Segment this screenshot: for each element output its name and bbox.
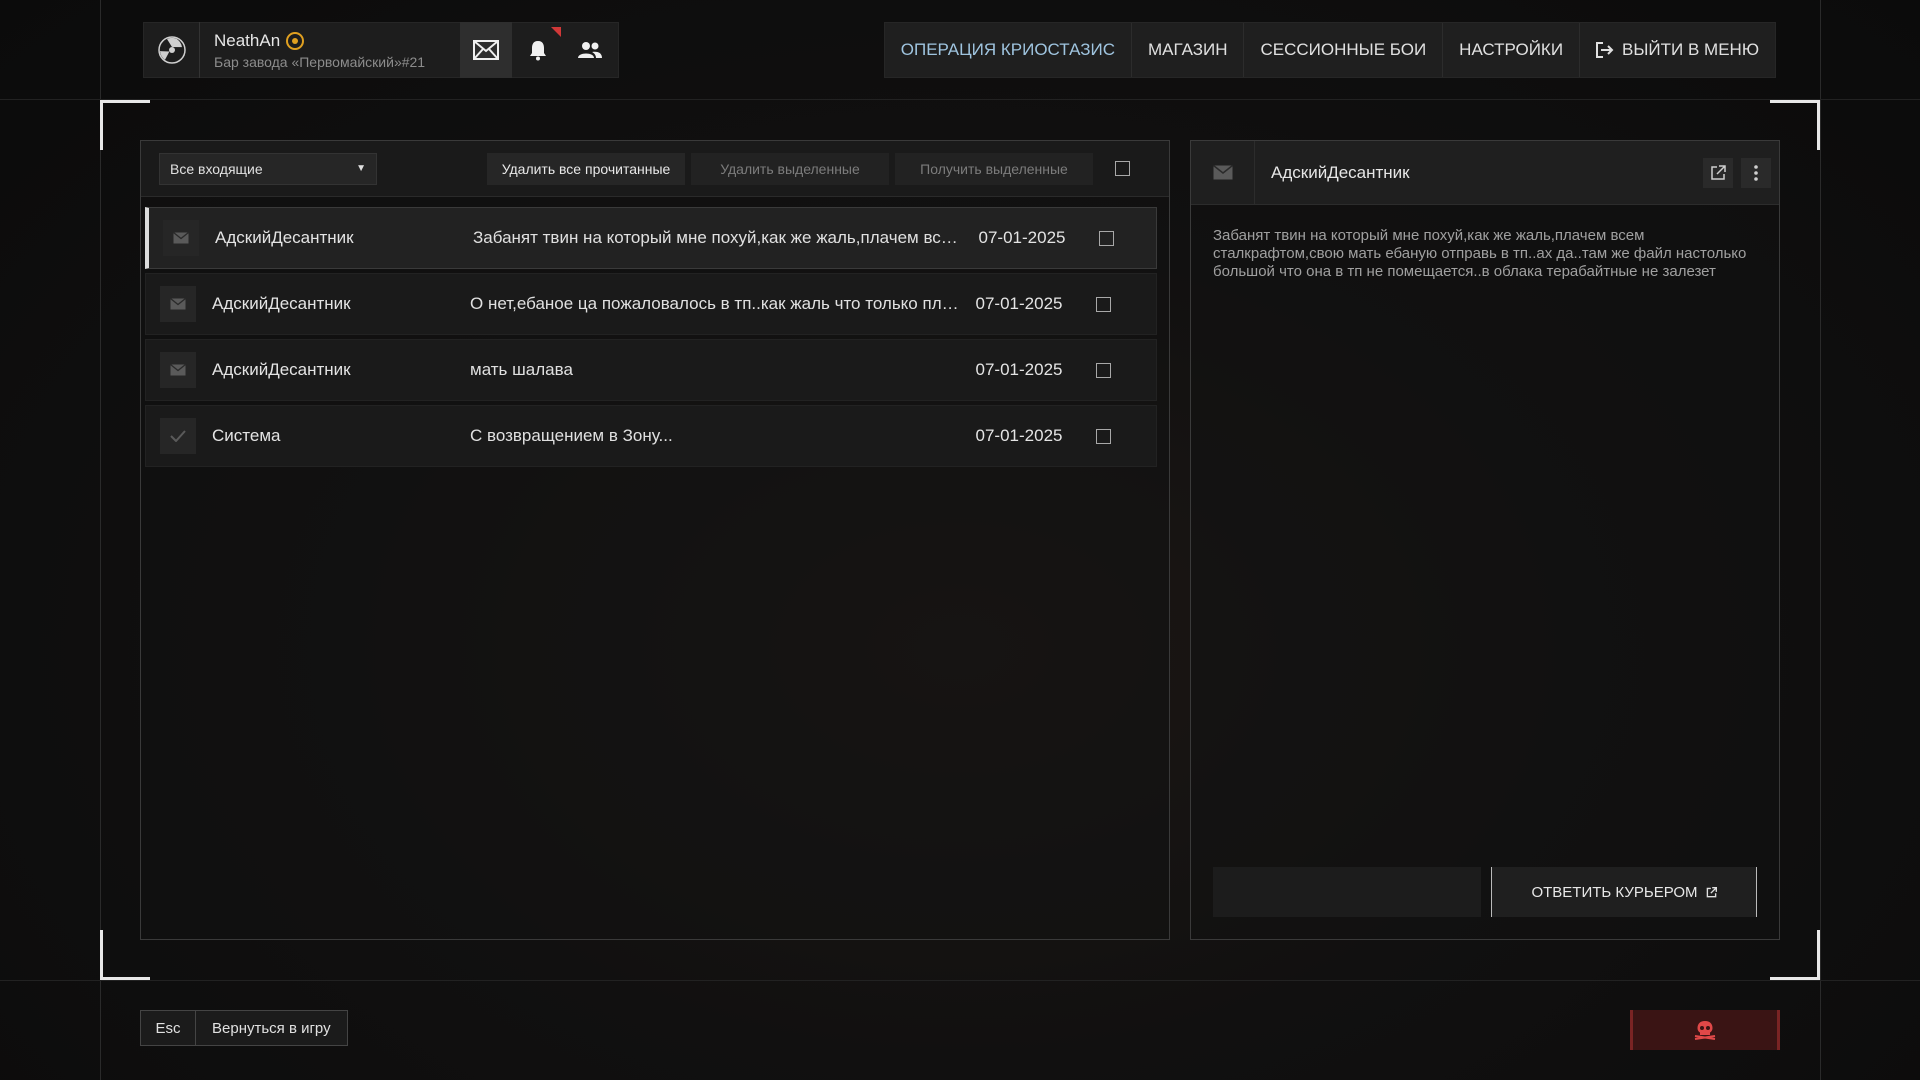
message-checkbox[interactable]	[1096, 296, 1111, 312]
player-panel: NeathAn Бар завода «Первомайский»#21	[143, 22, 619, 78]
message-sender: АдскийДесантник	[215, 228, 354, 247]
message-checkbox[interactable]	[1099, 230, 1114, 246]
message-date: 07-01-2025	[975, 426, 1063, 445]
frame-line	[0, 99, 1920, 100]
message-subject: мать шалава	[470, 360, 573, 379]
mail-button[interactable]	[460, 22, 512, 78]
inbox-filter-select[interactable]: Все входящие ▼	[159, 152, 377, 185]
bell-icon	[530, 41, 546, 61]
message-checkbox[interactable]	[1096, 362, 1111, 378]
player-location: Бар завода «Первомайский»#21	[214, 53, 426, 70]
nav-label: ОПЕРАЦИЯ КРИОСТАЗИС	[900, 40, 1115, 59]
inbox-panel: Все входящие ▼ Удалить все прочитанные У…	[140, 140, 1170, 940]
message-checkbox[interactable]	[1096, 428, 1111, 444]
envelope-icon	[1191, 140, 1255, 205]
filter-value: Все входящие	[170, 160, 263, 177]
delete-read-button[interactable]: Удалить все прочитанные	[487, 152, 685, 185]
esc-key-hint: Esc	[141, 1011, 196, 1045]
message-sender: Система	[212, 426, 281, 445]
external-link-icon	[1711, 164, 1726, 180]
message-sender: АдскийДесантник	[212, 360, 351, 379]
back-to-game-label: Вернуться в игру	[212, 1019, 331, 1037]
top-navigation: ОПЕРАЦИЯ КРИОСТАЗИС МАГАЗИН СЕССИОННЫЕ Б…	[883, 22, 1776, 78]
notifications-button[interactable]	[512, 22, 564, 78]
message-row[interactable]: АдскийДесантник мать шалава 07-01-2025	[145, 339, 1157, 401]
nav-label: НАСТРОЙКИ	[1459, 40, 1564, 59]
rank-badge-icon	[286, 31, 305, 50]
nav-session-battles[interactable]: СЕССИОННЫЕ БОИ	[1244, 23, 1444, 77]
reader-sender: АдскийДесантник	[1271, 162, 1410, 182]
message-row[interactable]: АдскийДесантник О нет,ебаное ца пожалова…	[145, 273, 1157, 335]
caret-down-icon: ▼	[356, 163, 366, 174]
check-icon	[160, 418, 196, 454]
nav-label: МАГАЗИН	[1148, 40, 1228, 59]
more-options-button[interactable]	[1741, 157, 1771, 188]
nav-settings[interactable]: НАСТРОЙКИ	[1443, 23, 1581, 77]
message-date: 07-01-2025	[978, 228, 1066, 247]
nav-label: СЕССИОННЫЕ БОИ	[1260, 40, 1427, 59]
envelope-icon	[160, 286, 196, 322]
friends-button[interactable]	[564, 22, 616, 78]
users-icon	[578, 42, 602, 58]
reply-label: ОТВЕТИТЬ КУРЬЕРОМ	[1531, 883, 1698, 901]
message-reader-panel: АдскийДесантник Забанят твин на который …	[1190, 140, 1780, 940]
select-all-checkbox[interactable]	[1115, 161, 1130, 176]
nav-exit-to-menu[interactable]: ВЫЙТИ В МЕНЮ	[1580, 23, 1775, 77]
nav-operation[interactable]: ОПЕРАЦИЯ КРИОСТАЗИС	[884, 23, 1132, 77]
get-selected-button[interactable]: Получить выделенные	[895, 152, 1093, 185]
nav-shop[interactable]: МАГАЗИН	[1132, 23, 1245, 77]
open-external-button[interactable]	[1703, 157, 1733, 188]
frame-line	[0, 980, 1920, 981]
frame-line	[100, 0, 101, 1080]
message-subject: О нет,ебаное ца пожаловалось в тп..как ж…	[470, 294, 960, 313]
message-row[interactable]: Система С возвращением в Зону... 07-01-2…	[145, 405, 1157, 467]
notification-indicator	[551, 27, 561, 37]
reader-header: АдскийДесантник	[1191, 140, 1779, 205]
reply-courier-button[interactable]: ОТВЕТИТЬ КУРЬЕРОМ	[1491, 867, 1757, 917]
envelope-icon	[163, 220, 199, 256]
envelope-icon	[160, 352, 196, 388]
skull-icon	[1694, 1021, 1716, 1040]
radiation-icon	[144, 22, 200, 78]
message-sender: АдскийДесантник	[212, 294, 351, 313]
message-row[interactable]: АдскийДесантник Забанят твин на который …	[145, 207, 1157, 269]
reply-placeholder-area	[1213, 867, 1481, 917]
message-date: 07-01-2025	[975, 360, 1063, 379]
message-subject: Забанят твин на который мне похуй,как же…	[473, 228, 963, 247]
reader-body: Забанят твин на который мне похуй,как же…	[1213, 227, 1747, 280]
delete-selected-button[interactable]: Удалить выделенные	[691, 152, 889, 185]
player-name: NeathAn	[214, 30, 281, 50]
message-subject: С возвращением в Зону...	[470, 426, 673, 445]
back-to-game-button[interactable]: Esc Вернуться в игру	[140, 1010, 348, 1046]
envelope-icon	[473, 40, 499, 60]
external-link-icon	[1706, 886, 1717, 897]
danger-button[interactable]	[1630, 1010, 1780, 1050]
inbox-toolbar: Все входящие ▼ Удалить все прочитанные У…	[141, 141, 1169, 197]
exit-icon	[1596, 42, 1614, 58]
more-vertical-icon	[1754, 164, 1758, 181]
frame-line	[1820, 0, 1821, 1080]
nav-label: ВЫЙТИ В МЕНЮ	[1622, 40, 1759, 59]
message-date: 07-01-2025	[975, 294, 1063, 313]
